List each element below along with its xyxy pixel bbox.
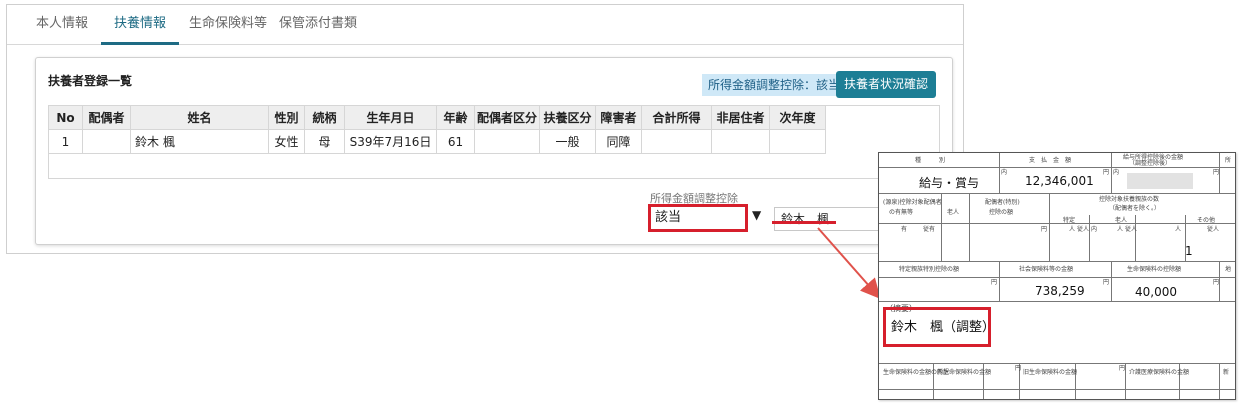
panel-title: 扶養者登録一覧 xyxy=(48,74,133,88)
form-social-insurance-amount: 738,259 xyxy=(1035,284,1085,298)
cell-name: 鈴木 楓 xyxy=(130,129,269,154)
adjustment-name-field[interactable]: 鈴木 楓 xyxy=(774,207,884,231)
form-tokutei-label: 特定 xyxy=(1063,217,1076,224)
form-dependent-count-sub: （配偶者を除く。） xyxy=(1109,205,1161,212)
form-spouse-label-2: の有無等 xyxy=(889,209,914,216)
form-nai-rojin: 内 xyxy=(1091,226,1098,233)
form-unit-yen-1: 円 xyxy=(1103,169,1110,176)
cell-age: 61 xyxy=(436,129,475,154)
form-bottom-c5: 新 xyxy=(1223,369,1230,376)
col-header-age: 年齢 xyxy=(436,105,475,130)
remarks-highlight-box xyxy=(883,307,991,347)
form-unit-uchi: 内 xyxy=(1001,169,1008,176)
form-nin-tokutei: 人 xyxy=(1069,226,1076,233)
cell-spouse xyxy=(82,129,131,154)
col-header-birthdate: 生年月日 xyxy=(344,105,437,130)
col-header-spouse-category: 配偶者区分 xyxy=(473,105,541,130)
app-window: 本人情報 扶養情報 生命保険料等 保管添付書類 扶養者登録一覧 所得金額調整控除… xyxy=(6,4,964,254)
cell-total-income xyxy=(641,129,713,154)
form-yu-label: 有 xyxy=(901,226,908,233)
form-header-after-deduction-sub: （調整控除後） xyxy=(1129,160,1172,167)
col-header-disability: 障害者 xyxy=(595,105,643,130)
form-jyu-label: 従有 xyxy=(923,226,936,233)
col-header-relation: 続柄 xyxy=(304,105,345,130)
col-header-next-year: 次年度 xyxy=(769,105,827,130)
form-header-payment: 支 払 金 額 xyxy=(1029,157,1072,164)
tab-bar: 本人情報 扶養情報 生命保険料等 保管添付書類 xyxy=(7,5,963,45)
tab-life-insurance[interactable]: 生命保険料等 xyxy=(185,5,271,45)
form-header-type: 種 別 xyxy=(915,157,946,164)
form-special-relative-deduction-label: 特定親族特別控除の額 xyxy=(899,266,960,273)
form-unit-yen-2: 円 xyxy=(1213,169,1220,176)
form-other-dependent-count: 1 xyxy=(1185,244,1193,258)
form-spouse-deduction-label: 配偶者(特別) xyxy=(985,199,1020,206)
form-bottom-c2: 新生命保険料の金額 xyxy=(937,369,992,376)
status-badge: 所得金額調整控除：該当 xyxy=(702,74,847,96)
form-unit-uchi-2: 内 xyxy=(1113,169,1120,176)
table-header-row: No 配偶者 姓名 性別 続柄 生年月日 年齢 配偶者区分 扶養区分 障害者 合… xyxy=(48,105,827,130)
name-highlight-underline xyxy=(772,221,836,224)
form-nin-rojin: 人 xyxy=(1117,226,1124,233)
col-header-spouse: 配偶者 xyxy=(82,105,131,130)
cell-no: 1 xyxy=(48,129,83,154)
dependents-panel: 扶養者登録一覧 所得金額調整控除：該当 扶養者状況確認 No 配偶者 姓名 性別… xyxy=(35,57,953,245)
form-dependent-count-label: 控除対象扶養親族の数 xyxy=(1099,196,1160,203)
table-row[interactable]: 1 鈴木 楓 女性 母 S39年7月16日 61 一般 同障 xyxy=(48,129,827,154)
form-sonota-label: その他 xyxy=(1197,217,1216,224)
form-yen-bottom-1: 円 xyxy=(1015,365,1022,372)
cell-non-resident xyxy=(711,129,771,154)
form-life-insurance-amount: 40,000 xyxy=(1135,285,1177,299)
cell-disability: 同障 xyxy=(595,129,643,154)
form-local-label: 地 xyxy=(1225,266,1232,273)
form-rojin-label: 老人 xyxy=(1115,217,1128,224)
form-header-tax: 所 xyxy=(1225,157,1232,164)
cell-spouse-category xyxy=(473,129,541,154)
tab-dependent-info[interactable]: 扶養情報 xyxy=(101,5,179,45)
col-header-name: 姓名 xyxy=(130,105,269,130)
form-elder-label: 老人 xyxy=(947,209,960,216)
dependents-table: No 配偶者 姓名 性別 続柄 生年月日 年齢 配偶者区分 扶養区分 障害者 合… xyxy=(48,105,827,154)
income-adjustment-select[interactable]: 該当 xyxy=(648,204,748,232)
redacted-value xyxy=(1127,173,1193,189)
chevron-down-icon[interactable]: ▼ xyxy=(752,208,761,222)
col-header-dependent-category: 扶養区分 xyxy=(539,105,597,130)
form-yen-row3: 円 xyxy=(1041,226,1048,233)
form-spouse-deduction-label-2: 控除の額 xyxy=(989,209,1014,216)
form-spouse-label: (源泉)控除対象配偶者 xyxy=(883,199,942,206)
form-jyunin-rojin: 従人 xyxy=(1125,226,1138,233)
tab-personal-info[interactable]: 本人情報 xyxy=(27,5,97,45)
col-header-non-resident: 非居住者 xyxy=(711,105,771,130)
col-header-no: No xyxy=(48,105,83,130)
form-jyunin-sonota: 従人 xyxy=(1207,226,1220,233)
cell-relation: 母 xyxy=(304,129,345,154)
dependent-status-check-button[interactable]: 扶養者状況確認 xyxy=(836,71,937,98)
cell-birthdate: S39年7月16日 xyxy=(344,129,437,154)
form-nin-sonota: 人 xyxy=(1175,226,1182,233)
form-yen-row4-1: 円 xyxy=(991,279,998,286)
form-jyunin-tokutei: 従人 xyxy=(1077,226,1090,233)
cell-dependent-category: 一般 xyxy=(539,129,597,154)
form-bottom-c4: 介護医療保険料の金額 xyxy=(1129,369,1190,376)
form-yen-row4-3: 円 xyxy=(1213,279,1220,286)
form-yen-row4-2: 円 xyxy=(1103,279,1110,286)
col-header-total-income: 合計所得 xyxy=(641,105,713,130)
form-social-insurance-label: 社会保険料等の金額 xyxy=(1019,266,1074,273)
form-yen-bottom-2: 円 xyxy=(1119,365,1126,372)
tab-attached-documents[interactable]: 保管添付書類 xyxy=(275,5,361,45)
cell-next-year xyxy=(769,129,827,154)
col-header-gender: 性別 xyxy=(268,105,305,130)
form-income-type: 給与・賞与 xyxy=(919,176,980,190)
withholding-slip-form: 種 別 支 払 金 額 給与所得控除後の金額 （調整控除後） 所 内 円 内 円… xyxy=(878,152,1236,400)
form-life-insurance-label: 生命保険料の控除額 xyxy=(1127,266,1182,273)
form-pay-amount: 12,346,001 xyxy=(1025,174,1094,188)
cell-gender: 女性 xyxy=(268,129,305,154)
form-bottom-c3: 旧生命保険料の金額 xyxy=(1023,369,1078,376)
